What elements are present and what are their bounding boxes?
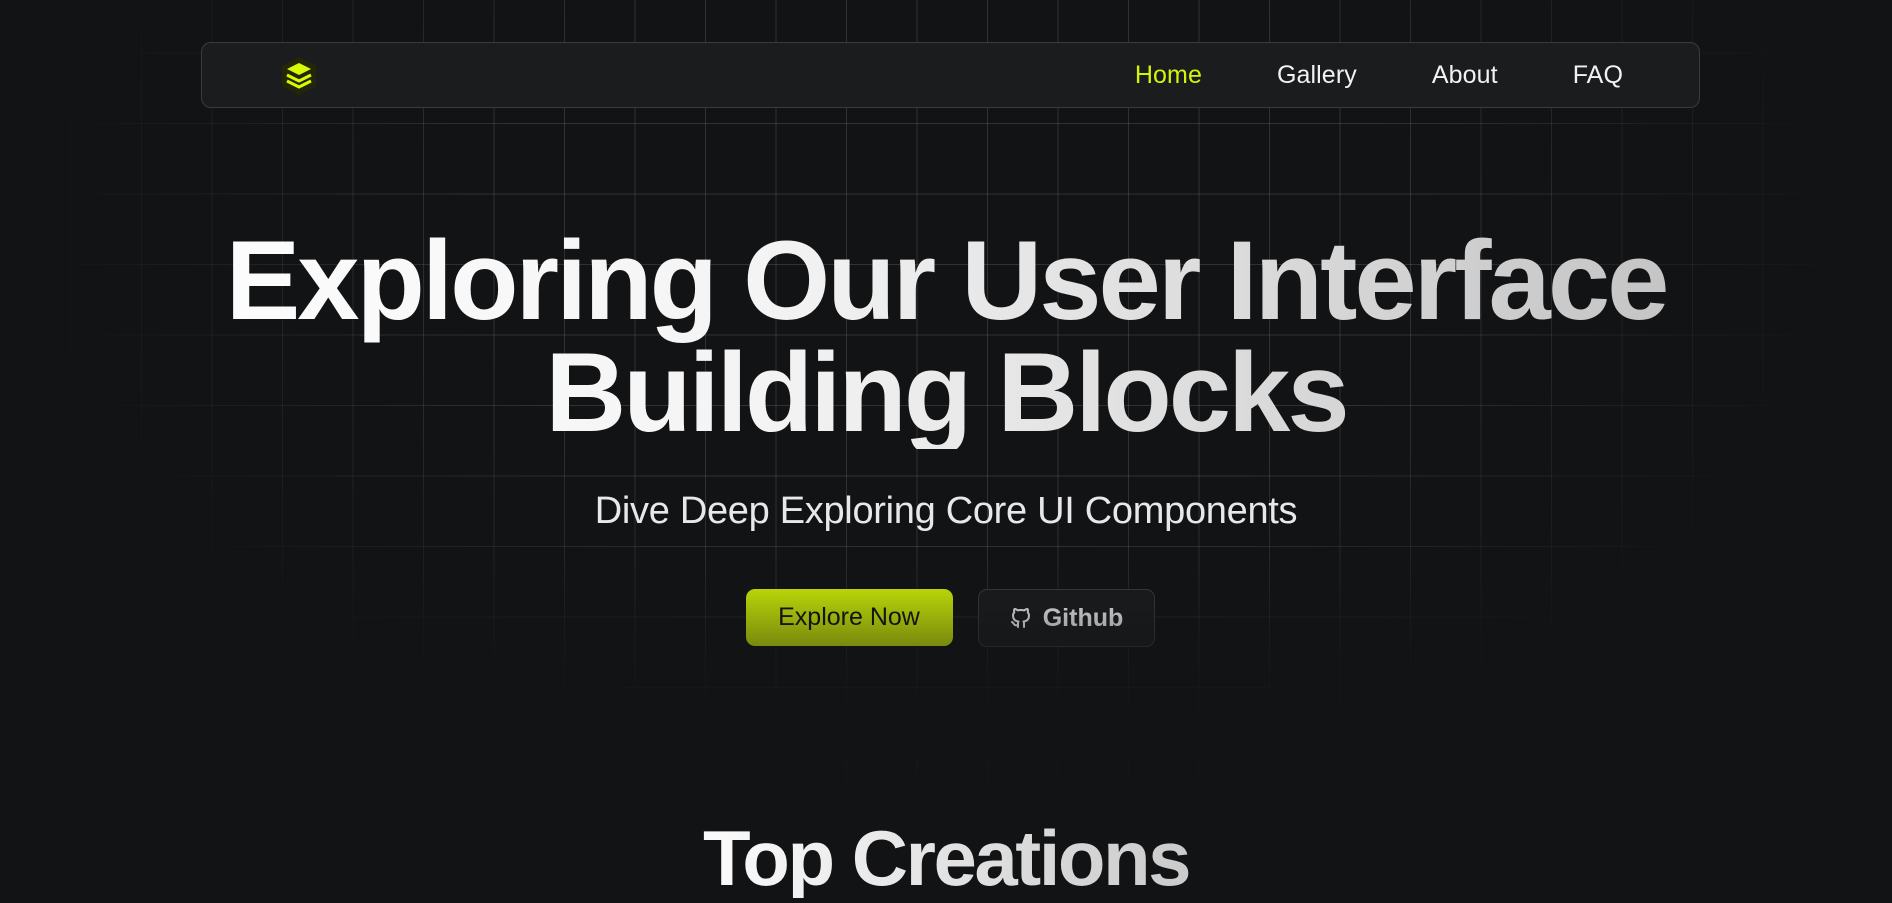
landing-page: Home Gallery About FAQ Exploring Our Use… bbox=[0, 0, 1892, 903]
nav-about[interactable]: About bbox=[1432, 61, 1498, 90]
hero-subtitle: Dive Deep Exploring Core UI Components bbox=[594, 490, 1298, 532]
hero-title-line-2: Building Blocks bbox=[545, 330, 1347, 455]
github-button[interactable]: Github bbox=[977, 589, 1155, 647]
nav-gallery[interactable]: Gallery bbox=[1277, 61, 1357, 90]
nav-home[interactable]: Home bbox=[1135, 61, 1202, 90]
section-title: Top Creations bbox=[0, 818, 1892, 898]
explore-now-label: Explore Now bbox=[778, 603, 920, 631]
explore-now-button[interactable]: Explore Now bbox=[745, 589, 953, 646]
nav-faq[interactable]: FAQ bbox=[1573, 61, 1623, 90]
layers-icon[interactable] bbox=[280, 56, 318, 96]
hero-title-line-1: Exploring Our User Interface bbox=[225, 218, 1667, 343]
nav-links: Home Gallery About FAQ bbox=[1135, 43, 1623, 107]
cta-row: Explore Now Github bbox=[0, 589, 1892, 647]
github-icon bbox=[1009, 606, 1033, 630]
navbar: Home Gallery About FAQ bbox=[201, 42, 1700, 108]
github-label: Github bbox=[1042, 603, 1124, 632]
hero-title: Exploring Our User Interface Building Bl… bbox=[0, 225, 1892, 449]
